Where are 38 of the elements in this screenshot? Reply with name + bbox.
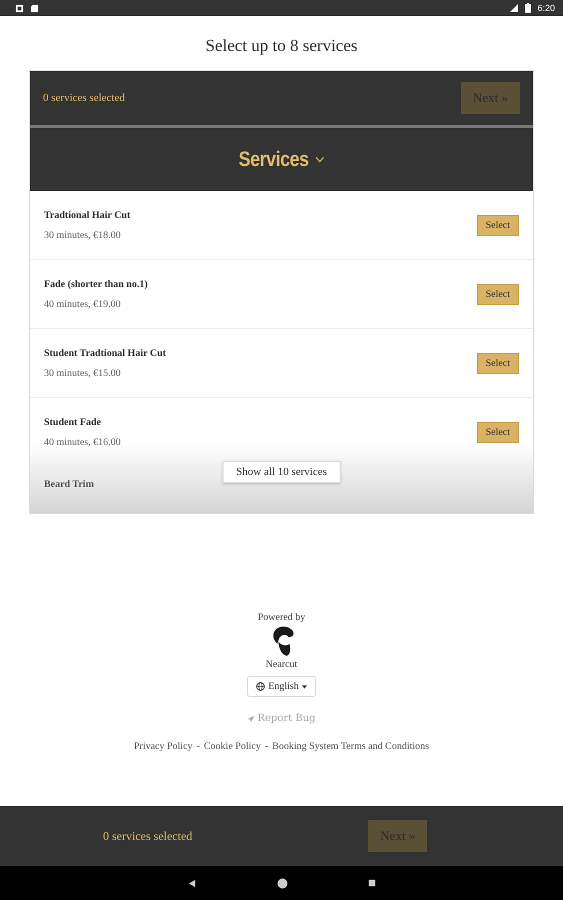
show-all-button[interactable]: Show all 10 services — [222, 461, 341, 483]
chevron-icon — [315, 156, 325, 163]
battery-icon — [525, 3, 532, 13]
service-details: 40 minutes, €19.00 — [44, 298, 122, 310]
signal-icon — [509, 3, 520, 13]
service-details: 40 minutes, €16.00 — [44, 436, 121, 448]
caret-icon — [302, 684, 307, 688]
policy-link[interactable]: Privacy Policy — [134, 741, 193, 752]
service-name: Student Fade — [44, 416, 102, 428]
select-button[interactable]: Select — [476, 352, 519, 374]
back-icon[interactable] — [188, 878, 196, 888]
language-dropdown[interactable]: English — [247, 676, 316, 697]
services-dropdown[interactable]: Services — [233, 146, 330, 172]
select-button[interactable]: Select — [476, 214, 519, 236]
brand-name: Nearcut — [266, 659, 298, 670]
link-separator: - — [264, 741, 268, 752]
service-details: 30 minutes, €18.00 — [44, 230, 122, 240]
selection-count: 0 services selected — [103, 828, 192, 844]
sd-card-icon — [30, 4, 39, 12]
service-details: 30 minutes, €15.00 — [44, 368, 122, 378]
recents-icon[interactable] — [368, 879, 376, 887]
selection-count: 0 services selected — [43, 92, 125, 104]
globe-icon — [256, 682, 266, 691]
service-name: Fade (shorter than no.1) — [44, 278, 148, 290]
link-separator: - — [196, 741, 200, 752]
select-button[interactable]: Select — [476, 422, 519, 442]
policy-link[interactable]: Cookie Policy — [204, 741, 261, 752]
powered-by-label: Powered by — [258, 612, 306, 623]
page-title: Select up to 8 services — [204, 36, 358, 56]
service-name: Beard Trim — [44, 479, 94, 490]
select-button[interactable]: Select — [476, 284, 519, 304]
notification-icon — [15, 4, 24, 12]
clock: 6:20 — [537, 3, 555, 13]
send-icon — [247, 714, 256, 722]
policy-link[interactable]: Booking System Terms and Conditions — [272, 741, 430, 752]
service-name: Tradtional Hair Cut — [44, 210, 130, 220]
service-name: Student Tradtional Hair Cut — [44, 348, 166, 358]
home-icon[interactable] — [276, 878, 288, 888]
